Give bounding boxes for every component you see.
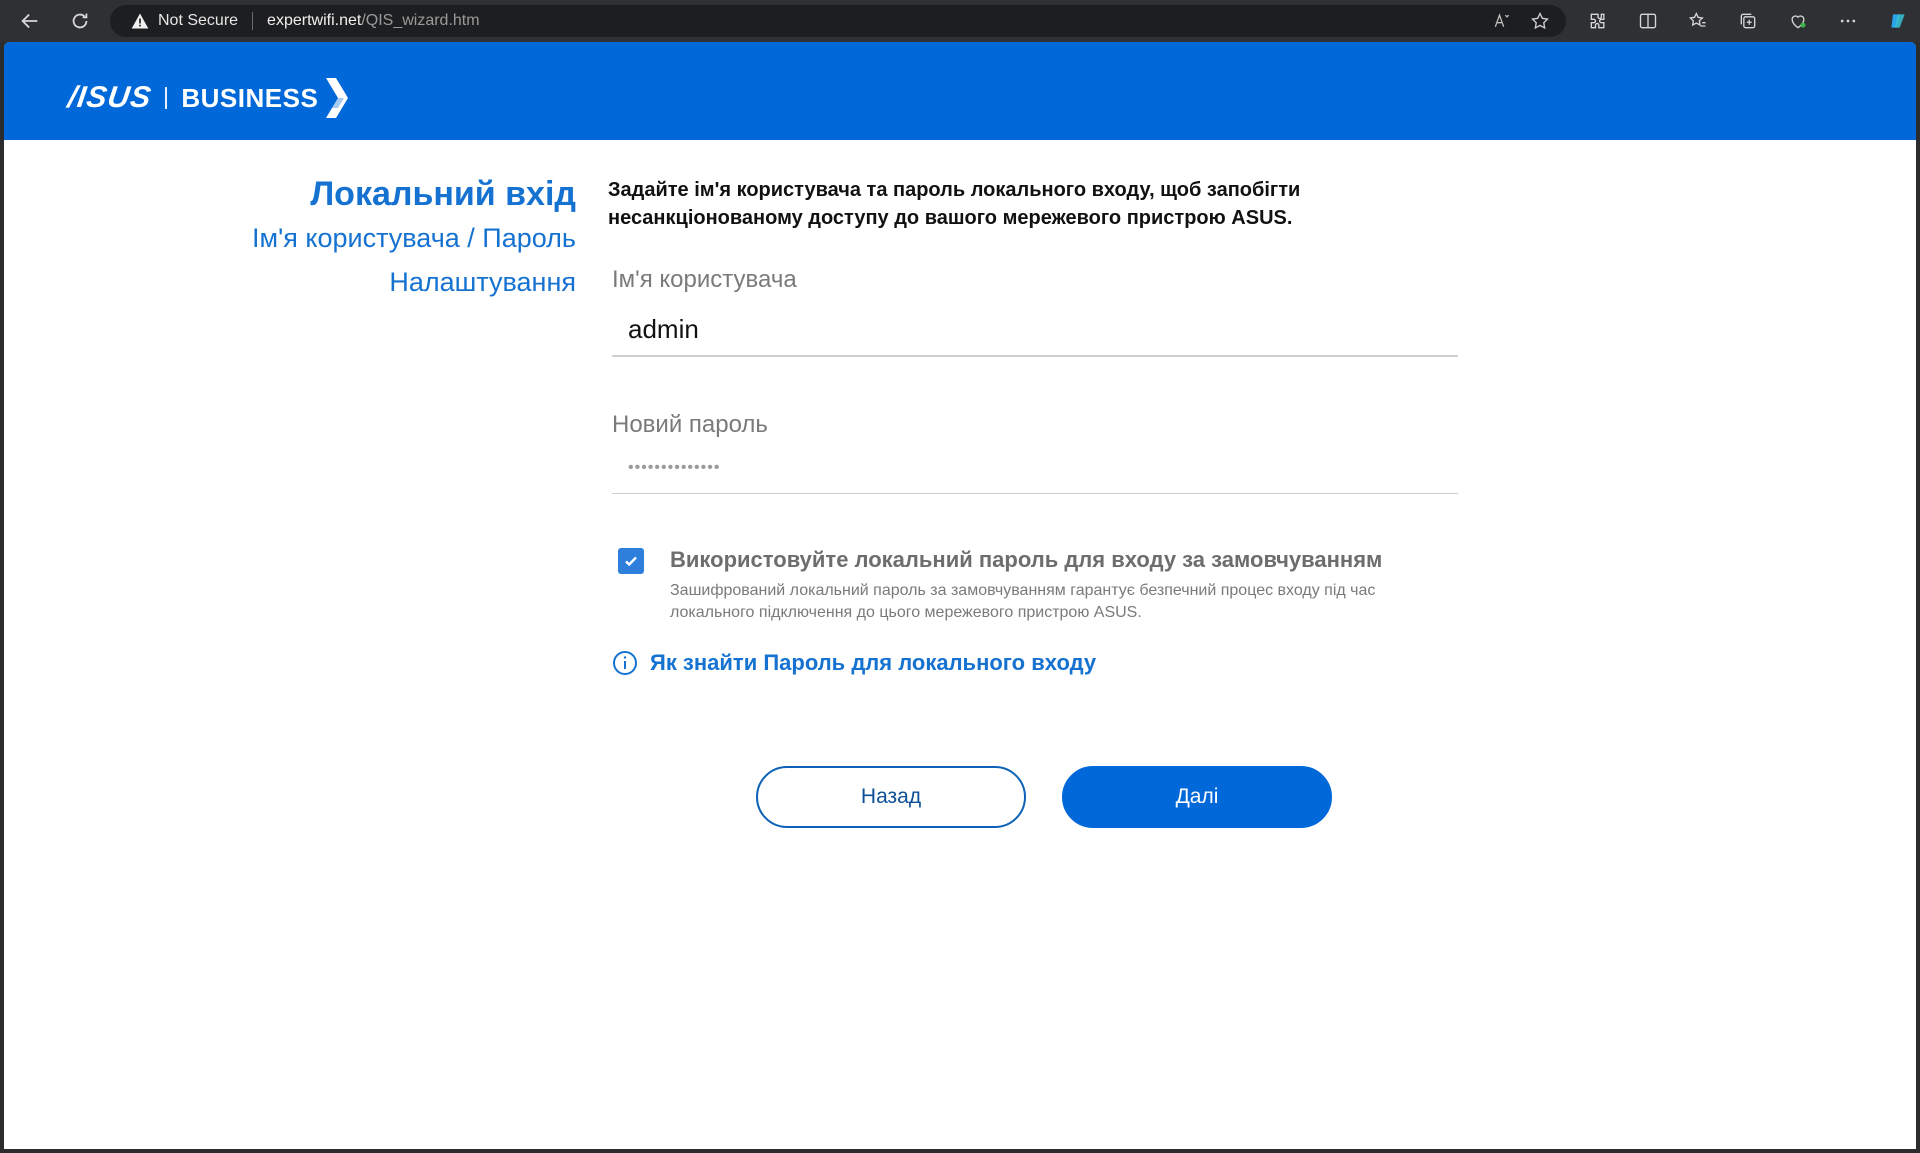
browser-essentials-icon[interactable] [1780, 5, 1816, 37]
reload-icon [72, 13, 88, 29]
brand-logo: /ISUS BUSINESS [65, 78, 354, 118]
password-label: Новий пароль [612, 411, 768, 438]
asus-header: /ISUS BUSINESS [4, 42, 1916, 140]
intro-line2: несанкціонованому доступу до вашого мере… [608, 207, 1293, 229]
copilot-icon[interactable] [1880, 5, 1916, 37]
business-chevron-icon [326, 78, 349, 118]
page-viewport: /ISUS BUSINESS Локальний вхід Ім'я корис… [4, 42, 1916, 1149]
step-subtitle-line1: Ім'я користувача / Пароль [252, 223, 576, 253]
address-bar[interactable]: Not Secure expertwifi.net/QIS_wizard.htm [110, 5, 1566, 37]
split-screen-icon[interactable] [1630, 5, 1666, 37]
address-separator [252, 12, 254, 30]
favorites-icon[interactable] [1680, 5, 1716, 37]
checkbox-title: Використовуйте локальний пароль для вход… [670, 547, 1383, 572]
brand-business: BUSINESS [181, 82, 319, 113]
checkmark-icon [625, 556, 637, 567]
username-input[interactable] [612, 314, 1458, 357]
back-button-wizard[interactable]: Назад [756, 766, 1026, 828]
info-icon [613, 651, 637, 675]
reload-button[interactable] [62, 3, 98, 39]
intro-text: Задайте ім'я користувача та пароль локал… [608, 176, 1458, 232]
warning-icon [130, 11, 150, 31]
default-password-checkbox[interactable] [618, 548, 644, 574]
default-password-option: Використовуйте локальний пароль для вход… [618, 546, 1458, 624]
wizard-step-heading: Локальний вхід Ім'я користувача / Пароль… [252, 172, 576, 304]
read-aloud-icon[interactable] [1490, 9, 1514, 33]
favorite-star-icon[interactable] [1528, 9, 1552, 33]
brand-separator [165, 87, 168, 109]
asus-logo: /ISUS [65, 81, 154, 114]
more-options-icon[interactable] [1830, 5, 1866, 37]
next-button[interactable]: Далі [1062, 766, 1332, 828]
arrow-left-icon [21, 13, 38, 29]
login-form: Задайте ім'я користувача та пароль локал… [608, 176, 1458, 676]
help-link-text: Як знайти Пароль для локального входу [650, 650, 1097, 675]
checkbox-desc-line2: локального підключення до цього мережево… [670, 604, 1142, 621]
intro-line1: Задайте ім'я користувача та пароль локал… [608, 179, 1301, 201]
collections-icon[interactable] [1730, 5, 1766, 37]
username-label: Ім'я користувача [612, 266, 797, 293]
password-input[interactable] [612, 459, 1458, 494]
back-button[interactable] [12, 3, 48, 39]
help-link[interactable]: Як знайти Пароль для локального входу [612, 650, 1458, 676]
security-label[interactable]: Not Secure [158, 12, 238, 30]
url-path: /QIS_wizard.htm [361, 12, 480, 29]
wizard-buttons: Назад Далі [756, 766, 1332, 828]
toolbar-actions [1580, 5, 1916, 37]
checkbox-description: Зашифрований локальний пароль за замовчу… [670, 580, 1470, 624]
checkbox-desc-line1: Зашифрований локальний пароль за замовчу… [670, 582, 1376, 599]
extensions-icon[interactable] [1580, 5, 1616, 37]
step-title: Локальний вхід [310, 175, 576, 213]
browser-toolbar: Not Secure expertwifi.net/QIS_wizard.htm [0, 0, 1920, 42]
url-host: expertwifi.net [267, 12, 362, 29]
step-subtitle-line2: Налаштування [389, 267, 576, 297]
